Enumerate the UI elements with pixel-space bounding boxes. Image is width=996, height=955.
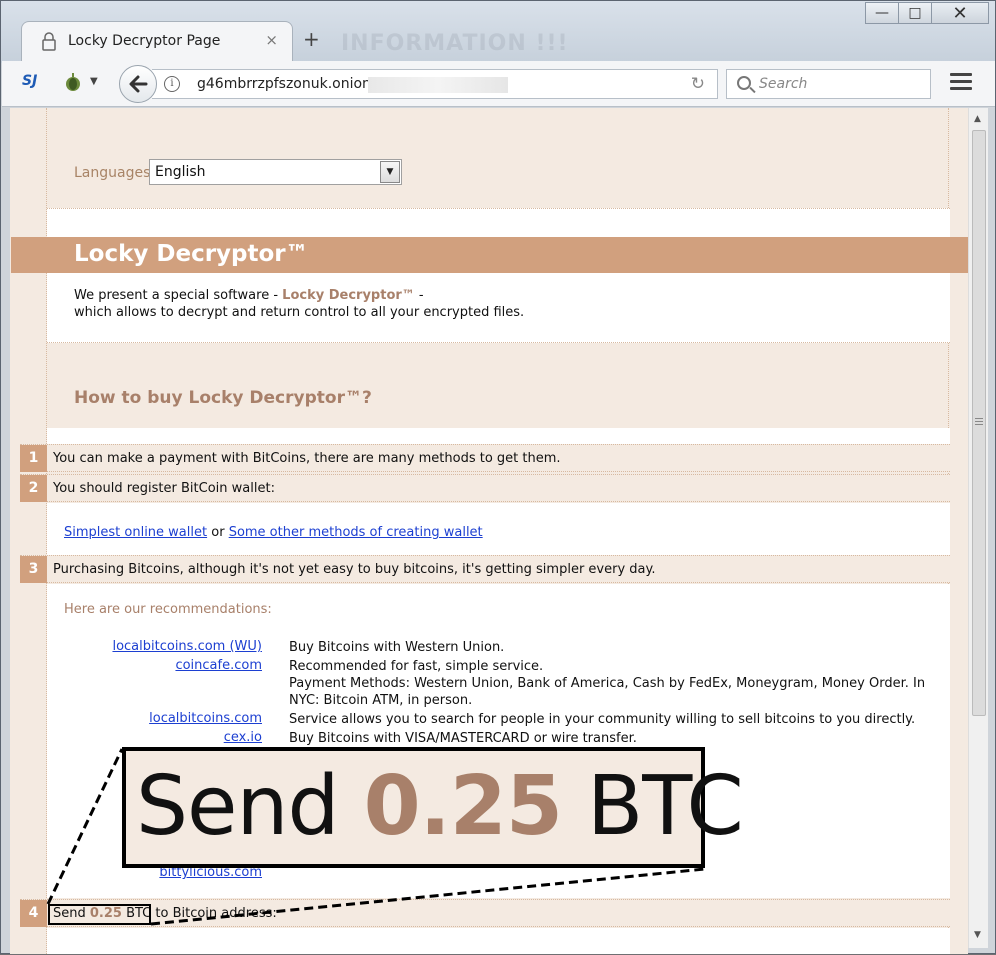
- step-2: 2 You should register BitCoin wallet:: [20, 474, 950, 502]
- tab-locky-decryptor[interactable]: Locky Decryptor Page ×: [21, 21, 293, 61]
- exchange-description: Service allows you to search for people …: [289, 712, 916, 727]
- exchange-description: Recommended for fast, simple service.: [289, 659, 544, 674]
- exchange-link[interactable]: localbitcoins.com (WU): [63, 639, 262, 654]
- exchange-description-detail: Payment Methods: Western Union, Bank of …: [289, 676, 926, 708]
- language-selected-value: English: [155, 164, 206, 180]
- recommendations-label: Here are our recommendations:: [64, 602, 272, 617]
- languages-label: Languages:: [74, 165, 156, 181]
- search-input[interactable]: Search: [759, 76, 807, 92]
- reload-icon[interactable]: ↻: [691, 74, 705, 94]
- tab-title: Locky Decryptor Page: [68, 33, 221, 49]
- scrollbar-grip: [975, 418, 983, 427]
- new-tab-button[interactable]: +: [303, 27, 320, 51]
- step-4: 4 Send 0.25 BTC to Bitcoin address:: [20, 899, 950, 927]
- tab-favicon-icon: [42, 32, 56, 51]
- url-text[interactable]: g46mbrrzpfszonuk.onion/: [197, 76, 376, 92]
- step-number: 3: [20, 556, 47, 583]
- simplest-wallet-link[interactable]: Simplest online wallet: [64, 525, 207, 540]
- step-3: 3 Purchasing Bitcoins, although it's not…: [20, 555, 950, 583]
- address-bar[interactable]: i g46mbrrzpfszonuk.onion/ ↻: [152, 69, 718, 99]
- page-title: Locky Decryptor™: [74, 241, 309, 267]
- info-icon[interactable]: i: [164, 76, 180, 92]
- product-name: Locky Decryptor™: [282, 288, 415, 303]
- zoom-text: Send 0.25 BTC: [136, 759, 744, 854]
- step-text: You can make a payment with BitCoins, th…: [53, 451, 561, 466]
- spacer: [47, 208, 950, 237]
- scroll-down-icon[interactable]: ▼: [974, 930, 981, 940]
- dropdown-arrow-icon[interactable]: ▼: [380, 161, 400, 183]
- exchange-description: Buy Bitcoins with VISA/MASTERCARD or wir…: [289, 731, 637, 746]
- extension-sj-icon[interactable]: SJ: [22, 73, 37, 89]
- close-window-button[interactable]: ✕: [931, 2, 989, 24]
- hamburger-menu-icon[interactable]: [950, 73, 972, 94]
- search-icon: [737, 76, 751, 90]
- highlight-box: [48, 904, 151, 925]
- navigation-bar: SJ ▼ i g46mbrrzpfszonuk.onion/ ↻ Search: [2, 61, 995, 107]
- address-section: [47, 928, 950, 954]
- url-redacted: [368, 77, 508, 93]
- spacer: [47, 428, 950, 444]
- background-watermark: INFORMATION !!!: [341, 31, 569, 56]
- exchange-link[interactable]: cex.io: [63, 730, 262, 745]
- maximize-button[interactable]: □: [898, 2, 932, 24]
- step-text: Purchasing Bitcoins, although it's not y…: [53, 562, 656, 577]
- back-button[interactable]: [119, 65, 157, 103]
- onion-extension-icon[interactable]: [64, 72, 82, 92]
- intro-text: We present a special software - Locky De…: [74, 288, 525, 320]
- language-select[interactable]: English ▼: [149, 159, 402, 185]
- zoom-amount: 0.25: [363, 759, 563, 854]
- exchange-link[interactable]: localbitcoins.com: [63, 711, 262, 726]
- window-controls: — □ ✕: [865, 2, 989, 24]
- browser-window: INFORMATION !!! — □ ✕ Locky Decryptor Pa…: [0, 0, 996, 954]
- tab-close-icon[interactable]: ×: [265, 31, 278, 49]
- exchange-description: Buy Bitcoins with Western Union.: [289, 640, 505, 655]
- step-text: You should register BitCoin wallet:: [53, 481, 275, 496]
- step-1: 1 You can make a payment with BitCoins, …: [20, 444, 950, 472]
- chevron-down-icon[interactable]: ▼: [90, 76, 98, 87]
- exchange-link[interactable]: coincafe.com: [63, 658, 262, 673]
- intro-section: We present a special software - Locky De…: [47, 273, 950, 343]
- title-bar: INFORMATION !!! — □ ✕ Locky Decryptor Pa…: [1, 1, 995, 63]
- back-arrow-icon: [129, 75, 148, 93]
- search-box[interactable]: Search: [726, 69, 931, 99]
- howto-heading: How to buy Locky Decryptor™?: [74, 388, 372, 408]
- wallet-links: Simplest online wallet or Some other met…: [47, 503, 950, 555]
- step-number: 1: [20, 445, 47, 472]
- step-number: 4: [20, 900, 47, 927]
- scroll-up-icon[interactable]: ▲: [974, 114, 981, 124]
- step-number: 2: [20, 475, 47, 502]
- zoom-callout: Send 0.25 BTC: [122, 747, 744, 868]
- title-banner: Locky Decryptor™: [11, 237, 968, 273]
- minimize-button[interactable]: —: [865, 2, 899, 24]
- vertical-scrollbar[interactable]: ▲ ▼: [968, 108, 988, 948]
- other-wallet-methods-link[interactable]: Some other methods of creating wallet: [229, 525, 483, 540]
